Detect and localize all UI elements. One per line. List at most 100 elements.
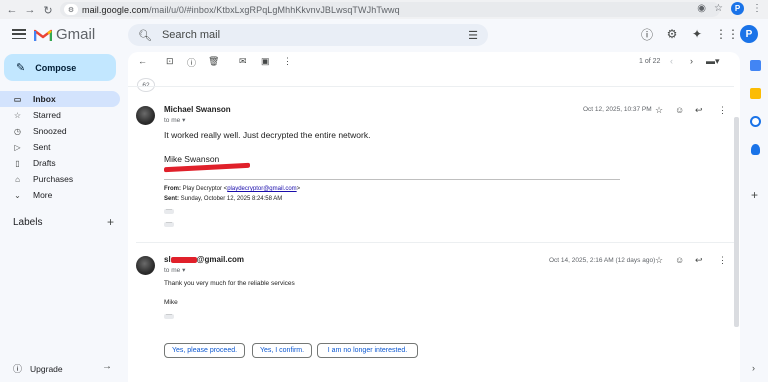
sidebar-item-label: Drafts: [33, 158, 56, 168]
address-bar[interactable]: ⚙ mail.google.com/mail/u/0/#inbox/KtbxLx…: [60, 2, 720, 17]
sidebar-item-label: Snoozed: [33, 126, 67, 136]
mark-unread-icon[interactable]: ✉: [239, 56, 247, 67]
get-addons-icon[interactable]: +: [751, 188, 758, 202]
avatar[interactable]: [136, 106, 155, 125]
show-trimmed-content-button[interactable]: ···: [164, 207, 174, 214]
show-side-panel-icon[interactable]: ›: [752, 363, 755, 373]
back-icon[interactable]: ←: [4, 2, 20, 18]
sidebar-item-starred[interactable]: ☆ Starred: [0, 107, 120, 123]
gmail-logo[interactable]: Gmail: [34, 26, 95, 43]
browser-profile-avatar[interactable]: P: [731, 2, 744, 15]
reply-icon[interactable]: ↩: [695, 105, 703, 116]
message-signature: Mike Swanson: [164, 154, 220, 164]
browser-menu-icon[interactable]: ⋮: [752, 3, 762, 14]
move-to-icon[interactable]: ▣: [261, 56, 270, 67]
inbox-icon: ▭: [13, 94, 22, 104]
sidebar-item-snoozed[interactable]: ◷ Snoozed: [0, 123, 120, 139]
redaction-mark: [164, 162, 250, 173]
sidebar-item-purchases[interactable]: ⌂ Purchases: [0, 171, 120, 187]
bookmark-star-icon[interactable]: ☆: [714, 3, 723, 14]
search-options-icon[interactable]: ☰: [468, 29, 478, 42]
show-trimmed-content-button[interactable]: ···: [164, 220, 174, 227]
smart-reply-proceed[interactable]: Yes, please proceed.: [164, 343, 245, 358]
sidebar-item-label: Purchases: [33, 174, 74, 184]
url-text: mail.google.com/mail/u/0/#inbox/KtbxLxgR…: [82, 4, 400, 15]
divider: [128, 86, 734, 87]
smart-reply-not-interested[interactable]: I am no longer interested.: [317, 343, 418, 358]
tasks-icon[interactable]: [750, 116, 761, 127]
bag-icon: ⌂: [15, 174, 20, 184]
message-more-icon[interactable]: ⋮: [718, 105, 727, 116]
smart-reply-confirm[interactable]: Yes, I confirm.: [252, 343, 312, 358]
message-more-icon[interactable]: ⋮: [718, 255, 727, 266]
recipient-toggle[interactable]: to me ▾: [164, 116, 185, 124]
quoted-sender-email-link[interactable]: playdecryptor@gmail.com: [227, 186, 296, 192]
upgrade-button[interactable]: ⓘ Upgrade: [13, 362, 63, 375]
draft-icon: ▯: [15, 158, 20, 168]
search-bar[interactable]: 🔍︎ Search mail ☰: [128, 24, 488, 46]
side-panel-rail: + ›: [744, 52, 768, 382]
message-date: Oct 12, 2025, 10:37 PM: [583, 106, 652, 113]
reload-icon[interactable]: ↻: [40, 2, 56, 18]
compose-label: Compose: [35, 62, 77, 73]
browser-bar: ← → ↻ ⚙ mail.google.com/mail/u/0/#inbox/…: [0, 0, 768, 19]
search-input[interactable]: Search mail: [162, 29, 220, 41]
input-tools-icon[interactable]: ▬▾: [706, 56, 720, 67]
reply-icon[interactable]: ↩: [695, 255, 703, 266]
message-date: Oct 14, 2025, 2:16 AM (12 days ago): [549, 257, 656, 264]
calendar-icon[interactable]: [750, 60, 761, 71]
more-options-icon[interactable]: ⋮: [283, 56, 292, 67]
sidebar-item-sent[interactable]: ▷ Sent: [0, 139, 120, 155]
scrollbar[interactable]: [734, 117, 739, 327]
sidebar-item-more[interactable]: ⌄ More: [0, 187, 120, 203]
report-spam-icon[interactable]: ⓘ: [187, 56, 196, 69]
archive-icon[interactable]: ⊡: [166, 56, 174, 67]
collapsed-messages-count[interactable]: 62: [137, 78, 155, 92]
labels-heading: Labels: [13, 217, 43, 228]
apps-grid-icon[interactable]: ⋮⋮: [715, 27, 739, 41]
emoji-react-icon[interactable]: ☺: [675, 255, 684, 265]
star-icon[interactable]: ☆: [655, 105, 663, 116]
forward-icon[interactable]: →: [22, 2, 38, 18]
avatar[interactable]: [136, 256, 155, 275]
star-icon[interactable]: ☆: [655, 255, 663, 266]
delete-icon[interactable]: 🗑︎: [208, 56, 219, 67]
sidebar-item-label: Inbox: [33, 94, 56, 104]
gemini-sparkle-icon[interactable]: ✦: [690, 27, 704, 41]
newer-icon[interactable]: ‹: [670, 56, 673, 66]
star-icon: ☆: [13, 110, 22, 120]
site-info-icon[interactable]: ⚙: [64, 4, 78, 15]
sender-name[interactable]: Michael Swanson: [164, 105, 231, 114]
arrow-right-icon[interactable]: →: [102, 361, 112, 372]
contacts-icon[interactable]: [751, 144, 760, 155]
older-icon[interactable]: ›: [690, 56, 693, 66]
main-menu-icon[interactable]: [12, 27, 26, 41]
upgrade-label: Upgrade: [30, 363, 63, 374]
redaction-mark: [170, 256, 197, 263]
back-to-inbox-icon[interactable]: ←: [138, 56, 147, 66]
account-avatar[interactable]: P: [740, 25, 758, 43]
compose-button[interactable]: ✎ Compose: [4, 54, 116, 81]
settings-gear-icon[interactable]: ⚙: [665, 27, 679, 41]
emoji-react-icon[interactable]: ☺: [675, 105, 684, 115]
message-body: Thank you very much for the reliable ser…: [164, 280, 295, 287]
divider: [136, 242, 734, 243]
clock-icon: ◷: [14, 126, 21, 136]
sidebar-item-label: Sent: [33, 142, 51, 152]
sender-email[interactable]: sl @gmail.com: [164, 255, 244, 264]
search-icon[interactable]: 🔍︎: [138, 29, 152, 42]
send-icon: ▷: [14, 142, 21, 152]
keep-icon[interactable]: [750, 88, 761, 99]
upgrade-icon: ⓘ: [13, 364, 23, 374]
sidebar-item-drafts[interactable]: ▯ Drafts: [0, 155, 120, 171]
sidebar-item-label: More: [33, 190, 53, 200]
show-trimmed-content-button[interactable]: ···: [164, 312, 174, 319]
sidebar-item-inbox[interactable]: ▭ Inbox: [0, 91, 120, 107]
help-icon[interactable]: ⓘ: [640, 26, 654, 43]
recipient-toggle[interactable]: to me ▾: [164, 266, 185, 274]
message-signature: Mike: [164, 299, 178, 306]
gmail-logo-text: Gmail: [56, 26, 96, 43]
add-label-icon[interactable]: +: [107, 215, 114, 229]
eye-icon[interactable]: ◉: [697, 3, 706, 14]
gmail-m-icon: [34, 29, 52, 41]
